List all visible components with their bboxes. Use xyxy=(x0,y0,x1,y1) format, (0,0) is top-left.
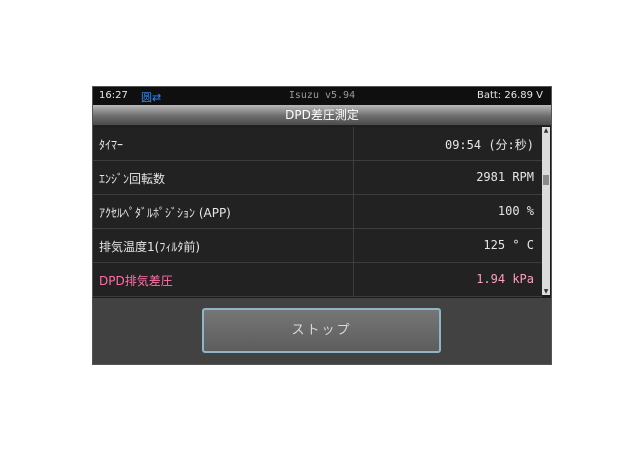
row-engine-speed[interactable]: ｴﾝｼﾞﾝ回転数 2981 RPM xyxy=(93,161,542,195)
stop-button[interactable]: ストップ xyxy=(202,308,441,353)
param-label: 排気温度1(ﾌｨﾙﾀ前) xyxy=(99,240,200,254)
param-label: ﾀｲﾏｰ xyxy=(99,138,124,152)
column-divider xyxy=(353,229,354,262)
param-value: 100 % xyxy=(497,204,534,218)
param-label: ｴﾝｼﾞﾝ回転数 xyxy=(99,172,166,186)
column-divider xyxy=(353,195,354,228)
scroll-thumb[interactable] xyxy=(543,175,549,185)
scrollbar[interactable]: ▲ ▼ xyxy=(542,127,550,295)
row-exhaust-temp[interactable]: 排気温度1(ﾌｨﾙﾀ前) 125 ° C xyxy=(93,229,542,263)
column-divider xyxy=(353,161,354,194)
column-divider xyxy=(353,263,354,296)
param-label: ｱｸｾﾙﾍﾟﾀﾞﾙﾎﾟｼﾞｼｮﾝ (APP) xyxy=(99,206,231,220)
parameter-list[interactable]: ﾀｲﾏｰ 09:54 (分:秒) ｴﾝｼﾞﾝ回転数 2981 RPM ｱｸｾﾙﾍ… xyxy=(93,127,542,297)
battery-voltage: Batt: 26.89 V xyxy=(476,90,543,101)
scan-tool-screen: 16:27 圆⇄ Isuzu v5.94 Batt: 26.89 V DPD差圧… xyxy=(92,86,552,365)
param-value: 2981 RPM xyxy=(476,170,534,184)
param-label: DPD排気差圧 xyxy=(99,274,173,288)
scroll-up-arrow-icon[interactable]: ▲ xyxy=(542,127,550,134)
param-value: 09:54 (分:秒) xyxy=(444,138,534,152)
param-value: 1.94 kPa xyxy=(476,272,534,286)
screen-title: DPD差圧測定 xyxy=(93,105,551,126)
scroll-down-arrow-icon[interactable]: ▼ xyxy=(542,288,550,295)
row-accelerator-position[interactable]: ｱｸｾﾙﾍﾟﾀﾞﾙﾎﾟｼﾞｼｮﾝ (APP) 100 % xyxy=(93,195,542,229)
button-bar: ストップ xyxy=(93,298,551,364)
status-bar: 16:27 圆⇄ Isuzu v5.94 Batt: 26.89 V xyxy=(93,87,551,105)
row-timer[interactable]: ﾀｲﾏｰ 09:54 (分:秒) xyxy=(93,127,542,161)
param-value: 125 ° C xyxy=(483,238,534,252)
column-divider xyxy=(353,127,354,160)
row-dpd-differential-pressure[interactable]: DPD排気差圧 1.94 kPa xyxy=(93,263,542,297)
